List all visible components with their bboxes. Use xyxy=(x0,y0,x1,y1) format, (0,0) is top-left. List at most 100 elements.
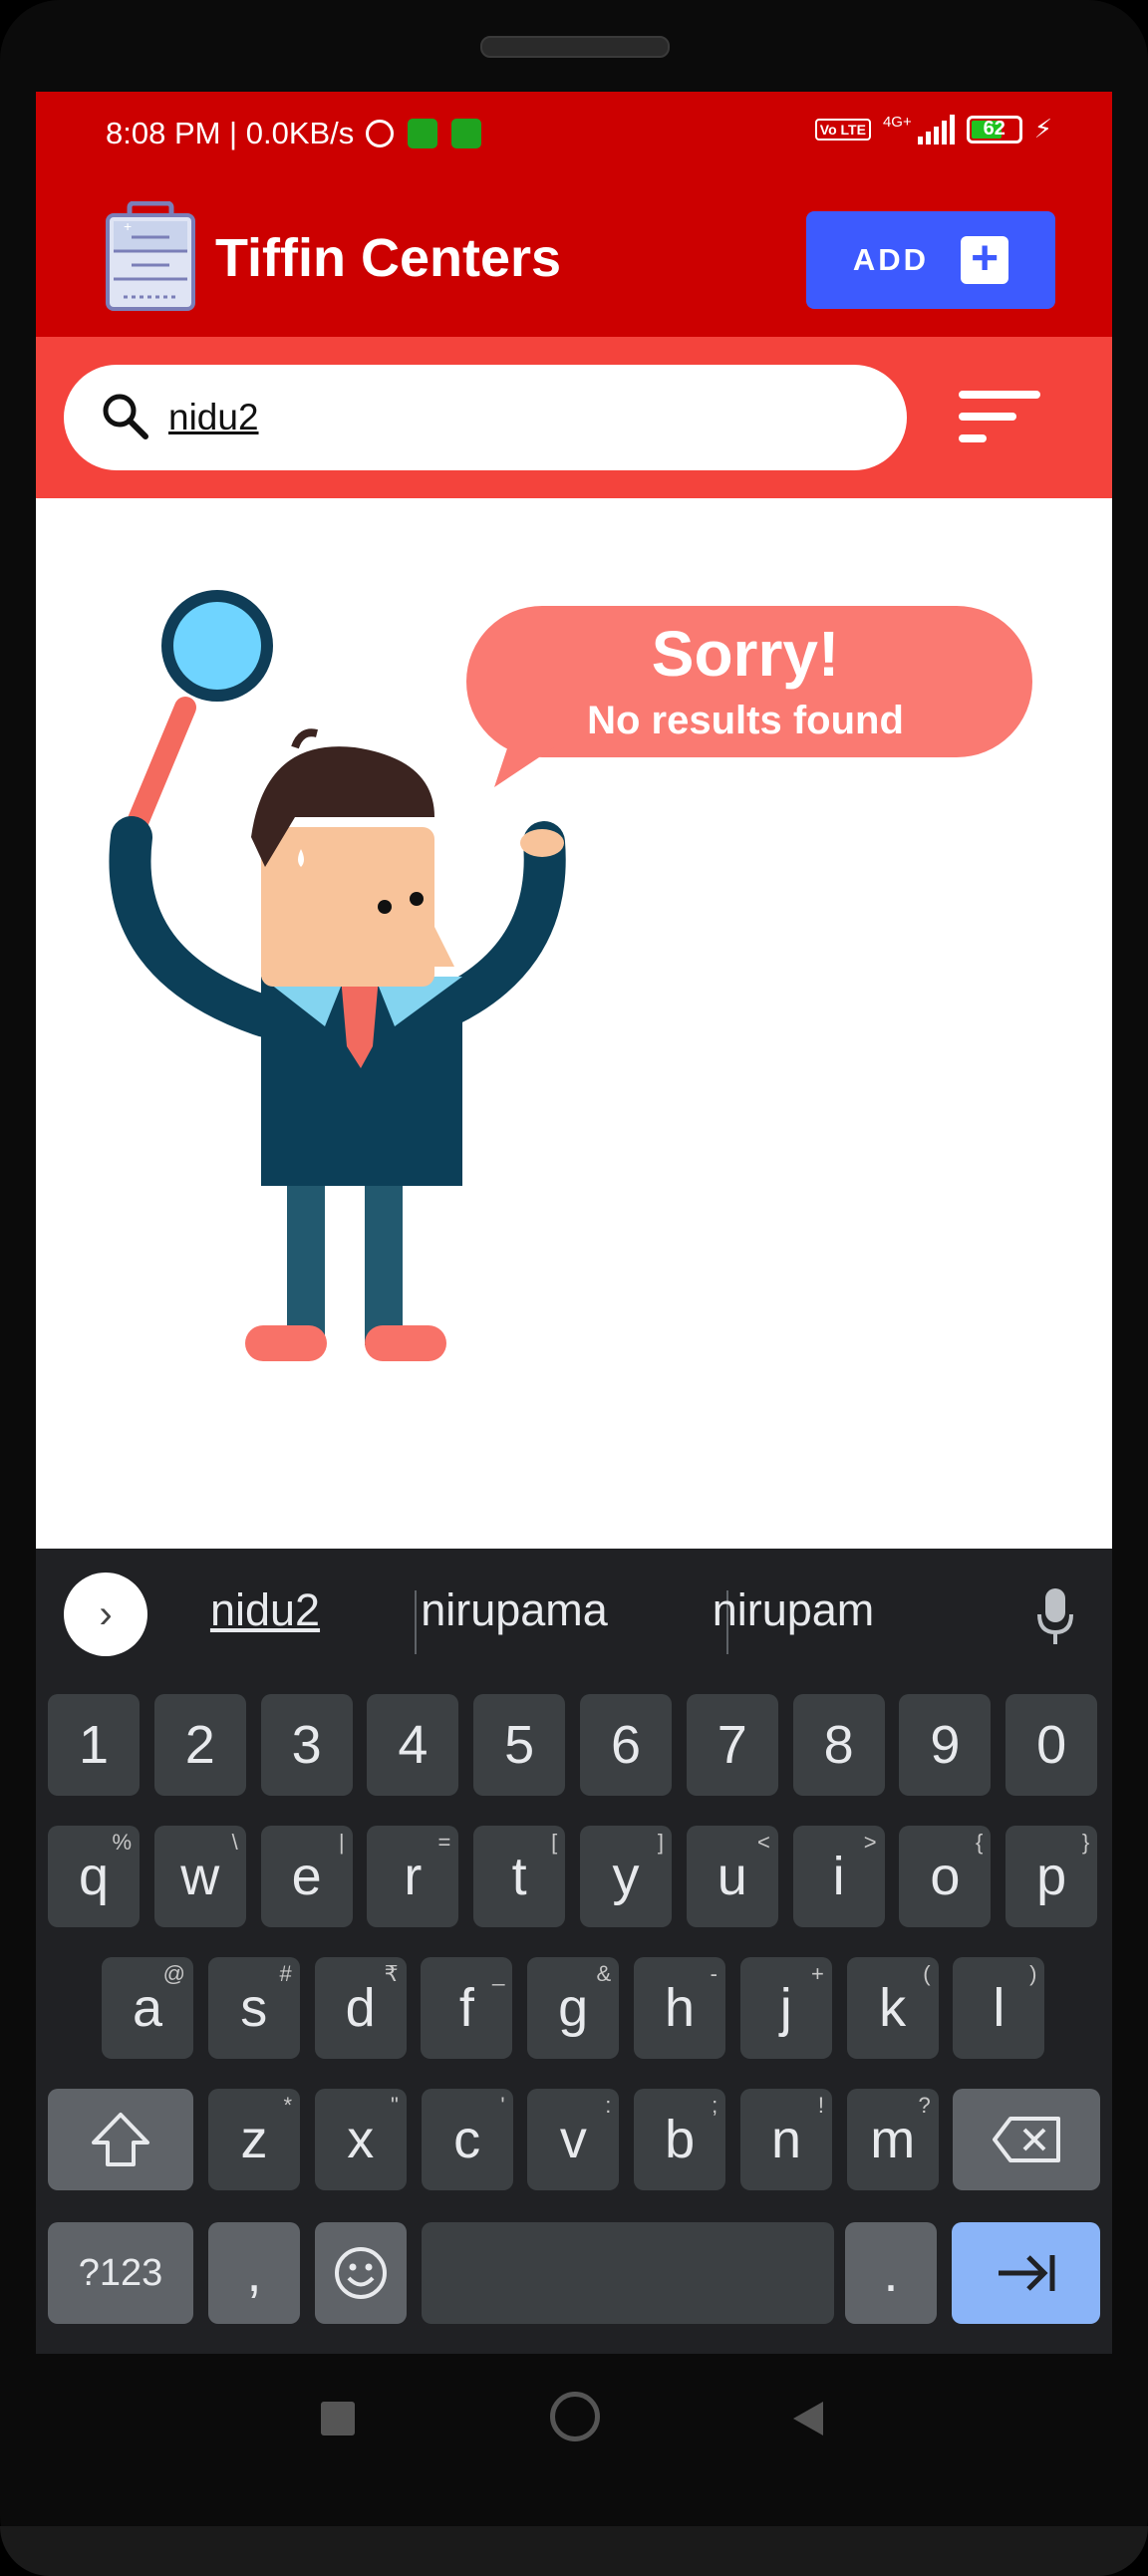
add-button[interactable]: ADD + xyxy=(806,211,1055,309)
key-n-secondary-label: ! xyxy=(817,2093,824,2118)
key-1[interactable]: 1 xyxy=(48,1694,140,1796)
sorry-headline: Sorry! xyxy=(652,618,840,690)
key-h-label: h xyxy=(664,1978,696,2038)
recent-apps-icon[interactable] xyxy=(321,2402,355,2435)
key-e[interactable]: e | xyxy=(260,1826,353,1927)
key-j-secondary-label: + xyxy=(810,1961,824,1986)
back-icon[interactable] xyxy=(789,2400,825,2437)
key-7-label: 7 xyxy=(717,1715,747,1775)
key-0[interactable]: 0 xyxy=(1005,1694,1098,1796)
backspace-key[interactable] xyxy=(953,2089,1100,2190)
key-p[interactable]: p} xyxy=(1005,1826,1098,1927)
key-z[interactable]: z * xyxy=(208,2089,300,2190)
key-b-secondary-label: ; xyxy=(712,2093,718,2118)
key-l[interactable]: l) xyxy=(953,1957,1045,2059)
key-0-label: 0 xyxy=(1036,1715,1067,1775)
key-j[interactable]: j + xyxy=(739,1957,832,2059)
key-g-secondary-label: & xyxy=(596,1961,612,1986)
key-t[interactable]: t[ xyxy=(473,1826,566,1927)
key-3[interactable]: 3 xyxy=(260,1694,353,1796)
key-q[interactable]: q% xyxy=(48,1826,140,1927)
network-type: 4G+ xyxy=(882,114,912,131)
key-c-label: c xyxy=(453,2110,481,2169)
comma-key-label: , xyxy=(246,2243,262,2303)
key-y[interactable]: y] xyxy=(580,1826,672,1927)
key-c[interactable]: c ' xyxy=(421,2089,513,2190)
emoji-icon xyxy=(335,2247,387,2299)
key-u[interactable]: u < xyxy=(686,1826,778,1927)
page-title: Tiffin Centers xyxy=(215,228,562,288)
key-6[interactable]: 6 xyxy=(580,1694,672,1796)
plus-icon: + xyxy=(961,235,1009,284)
period-key-label: . xyxy=(883,2243,899,2303)
suggestion-2[interactable]: nirupama xyxy=(365,1584,664,1636)
add-button-label: ADD xyxy=(852,242,930,277)
key-3-label: 3 xyxy=(291,1715,322,1775)
key-p-label: p xyxy=(1036,1847,1067,1906)
key-d[interactable]: d ₹ xyxy=(314,1957,407,2059)
phone-frame: 8:08 PM | 0.0KB/s Vo LTE 4G+ 62 ⚡ + Tiff… xyxy=(0,0,1148,2576)
key-n[interactable]: n! xyxy=(740,2089,832,2190)
key-i-label: i xyxy=(832,1847,845,1906)
key-p-secondary-label: } xyxy=(1081,1830,1090,1855)
key-w[interactable]: w \ xyxy=(153,1826,246,1927)
key-g-label: g xyxy=(558,1978,589,2038)
key-v[interactable]: v: xyxy=(527,2089,620,2190)
symbols-key[interactable]: ?123 xyxy=(48,2222,193,2324)
period-key[interactable]: . xyxy=(845,2222,937,2324)
status-right: Vo LTE 4G+ 62 ⚡ xyxy=(814,114,1052,144)
key-7[interactable]: 7 xyxy=(686,1694,778,1796)
key-o[interactable]: o{ xyxy=(899,1826,992,1927)
key-5[interactable]: 5 xyxy=(473,1694,566,1796)
key-s[interactable]: s # xyxy=(207,1957,300,2059)
key-x-secondary-label: " xyxy=(390,2093,399,2118)
emoji-key[interactable] xyxy=(315,2222,407,2324)
shift-key[interactable] xyxy=(48,2089,193,2190)
key-b[interactable]: b; xyxy=(634,2089,726,2190)
key-f[interactable]: f _ xyxy=(421,1957,513,2059)
key-g[interactable]: g & xyxy=(527,1957,620,2059)
soft-keyboard: › nidu2 nirupama nirupam 1 2 3 4 5 6 7 8 9 0 q% w \ e… xyxy=(36,1549,1112,2354)
search-box[interactable] xyxy=(64,365,907,470)
key-2-label: 2 xyxy=(184,1715,215,1775)
key-9-label: 9 xyxy=(930,1715,961,1775)
key-s-label: s xyxy=(240,1978,268,2038)
home-icon[interactable] xyxy=(550,2392,600,2441)
key-8[interactable]: 8 xyxy=(792,1694,885,1796)
screen: 8:08 PM | 0.0KB/s Vo LTE 4G+ 62 ⚡ + Tiff… xyxy=(36,92,1112,2354)
alarm-icon xyxy=(366,120,395,147)
key-2[interactable]: 2 xyxy=(153,1694,246,1796)
key-r[interactable]: r = xyxy=(367,1826,459,1927)
speech-bubble: Sorry! No results found xyxy=(466,606,1032,787)
comma-key[interactable]: , xyxy=(208,2222,300,2324)
key-d-label: d xyxy=(345,1978,376,2038)
key-f-secondary-label: _ xyxy=(492,1961,505,1986)
key-m[interactable]: m? xyxy=(846,2089,939,2190)
suggestion-3[interactable]: nirupam xyxy=(644,1584,943,1636)
key-m-secondary-label: ? xyxy=(918,2093,931,2118)
volte-badge: Vo LTE xyxy=(814,118,871,141)
backspace-icon xyxy=(993,2117,1060,2162)
status-time: 8:08 PM | 0.0KB/s xyxy=(106,116,355,150)
filter-icon[interactable] xyxy=(955,389,1044,446)
key-b-label: b xyxy=(665,2110,696,2169)
key-w-label: w xyxy=(180,1847,220,1906)
search-input[interactable] xyxy=(168,391,866,444)
notification-app-icon-2 xyxy=(451,119,482,148)
key-k[interactable]: k( xyxy=(846,1957,939,2059)
key-1-label: 1 xyxy=(78,1715,110,1775)
key-i[interactable]: i > xyxy=(792,1826,885,1927)
key-c-secondary-label: ' xyxy=(500,2093,505,2118)
mic-icon[interactable] xyxy=(1035,1586,1075,1646)
suggestion-bar: › nidu2 nirupama nirupam xyxy=(36,1549,1112,1678)
enter-key[interactable] xyxy=(952,2222,1100,2324)
space-key[interactable] xyxy=(422,2222,834,2324)
key-v-secondary-label: : xyxy=(605,2093,612,2118)
key-a[interactable]: a @ xyxy=(102,1957,193,2059)
key-h[interactable]: h- xyxy=(634,1957,725,2059)
magnifier-graphic xyxy=(125,590,273,838)
key-4[interactable]: 4 xyxy=(367,1694,459,1796)
key-x[interactable]: x " xyxy=(314,2089,407,2190)
enter-icon xyxy=(998,2255,1054,2291)
key-9[interactable]: 9 xyxy=(899,1694,992,1796)
